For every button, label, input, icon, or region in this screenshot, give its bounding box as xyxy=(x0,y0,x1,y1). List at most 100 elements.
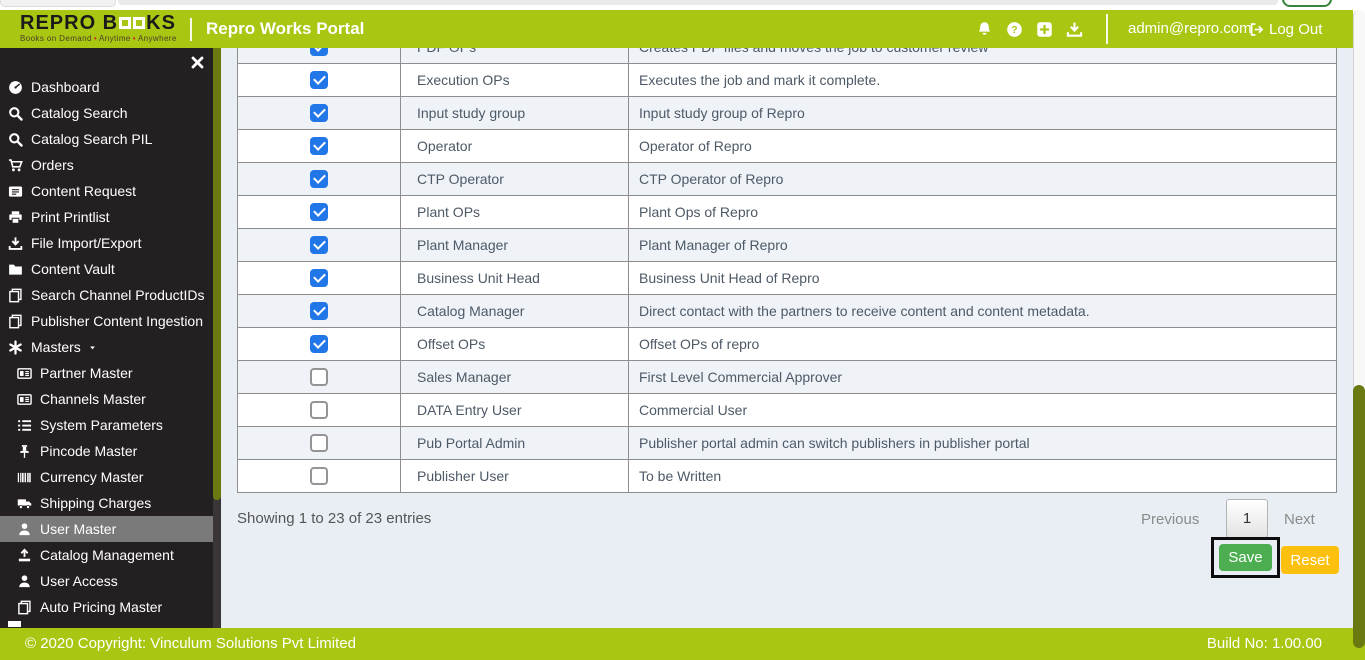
sidebar-item-label: File Import/Export xyxy=(31,235,142,251)
sidebar-item-partner-master[interactable]: Partner Master xyxy=(0,360,213,386)
sidebar-item-label: Channels Master xyxy=(40,391,146,407)
logout-button[interactable]: Log Out xyxy=(1249,10,1322,48)
sidebar-item-label: User Access xyxy=(40,573,118,589)
role-checkbox[interactable] xyxy=(310,467,328,485)
logo-o-square xyxy=(133,17,146,29)
sidebar-item-label: Shipping Charges xyxy=(40,495,152,511)
role-description-cell: Plant Manager of Repro xyxy=(639,237,788,253)
browser-edge-strip xyxy=(0,0,1365,10)
table-row: CTP Operator CTP Operator of Repro xyxy=(238,162,1336,195)
header-toolbar: ? xyxy=(976,10,1083,48)
main-content: PDF OPsCreates PDF files and moves the j… xyxy=(221,30,1353,628)
sidebar-item-label: Content Request xyxy=(31,183,137,199)
asterisk-icon xyxy=(8,339,23,355)
sidebar-item-partial xyxy=(8,621,21,627)
table-row: Business Unit Head Business Unit Head of … xyxy=(238,261,1336,294)
sidebar-item-user-access[interactable]: User Access xyxy=(0,568,213,594)
help-icon[interactable]: ? xyxy=(1006,21,1023,38)
logout-icon xyxy=(1249,22,1264,37)
sidebar-item-label: Partner Master xyxy=(40,365,133,381)
page-title: Repro Works Portal xyxy=(206,19,365,38)
pagination-previous[interactable]: Previous xyxy=(1141,511,1199,528)
sidebar-item-label: Auto Pricing Master xyxy=(40,599,163,615)
sidebar-item-print-printlist[interactable]: Print Printlist xyxy=(0,204,213,230)
role-description-cell: Input study group of Repro xyxy=(639,105,805,121)
table-row: Plant OPs Plant Ops of Repro xyxy=(238,195,1336,228)
user-email: admin@repro.com xyxy=(1128,20,1252,37)
role-checkbox[interactable] xyxy=(310,236,328,254)
search-icon xyxy=(8,132,23,147)
folder-icon xyxy=(8,262,23,277)
sidebar-item-dashboard[interactable]: Dashboard xyxy=(0,74,213,100)
list-ol-icon xyxy=(17,418,32,433)
checkbox-cell xyxy=(238,427,400,459)
sidebar-item-shipping-charges[interactable]: Shipping Charges xyxy=(0,490,213,516)
role-checkbox[interactable] xyxy=(310,104,328,122)
sidebar-item-masters[interactable]: Masters xyxy=(0,334,213,360)
pages-icon xyxy=(8,288,23,303)
sidebar-item-channels-master[interactable]: Channels Master xyxy=(0,386,213,412)
role-name-cell: Plant Manager xyxy=(400,229,629,261)
save-button[interactable]: Save xyxy=(1219,544,1272,571)
repro-works-portal-page: REPRO B KS Books on Demand • Anytime • Anywhe… xyxy=(0,0,1365,660)
role-name-cell: DATA Entry User xyxy=(400,394,629,426)
role-checkbox[interactable] xyxy=(310,368,328,386)
role-checkbox[interactable] xyxy=(310,269,328,287)
cut-off-button xyxy=(1282,0,1332,7)
sidebar-item-orders[interactable]: Orders xyxy=(0,152,213,178)
role-checkbox[interactable] xyxy=(310,203,328,221)
list-card-icon xyxy=(8,184,23,199)
pagination-page-1[interactable]: 1 xyxy=(1226,499,1268,538)
download-icon[interactable] xyxy=(1066,21,1083,38)
role-checkbox[interactable] xyxy=(310,137,328,155)
sidebar-item-catalog-management[interactable]: Catalog Management xyxy=(0,542,213,568)
sidebar-item-search-channel-productids[interactable]: Search Channel ProductIDs xyxy=(0,282,213,308)
sidebar-item-currency-master[interactable]: Currency Master xyxy=(0,464,213,490)
role-checkbox[interactable] xyxy=(310,401,328,419)
browser-edge-artifact xyxy=(118,0,1278,5)
save-button-focus-ring: Save xyxy=(1211,537,1280,578)
table-row: DATA Entry User Commercial User xyxy=(238,393,1336,426)
sidebar-close-icon[interactable] xyxy=(190,55,205,70)
sidebar-scrollbar-thumb[interactable] xyxy=(213,48,221,500)
table-row: Publisher User To be Written xyxy=(238,459,1336,492)
bell-icon[interactable] xyxy=(976,21,993,38)
pagination-next[interactable]: Next xyxy=(1284,511,1315,528)
logo-text: REPRO B KS xyxy=(20,12,176,34)
sidebar-item-label: Catalog Search xyxy=(31,105,128,121)
sidebar-scrollbar[interactable] xyxy=(213,48,221,628)
checkbox-cell xyxy=(238,361,400,393)
sidebar-item-user-master[interactable]: User Master xyxy=(0,516,213,542)
reset-button[interactable]: Reset xyxy=(1281,546,1339,574)
sidebar-item-catalog-search-pil[interactable]: Catalog Search PIL xyxy=(0,126,213,152)
sidebar-item-label: Print Printlist xyxy=(31,209,110,225)
sidebar-item-file-import-export[interactable]: File Import/Export xyxy=(0,230,213,256)
role-description-cell: To be Written xyxy=(639,468,722,484)
role-name-cell: CTP Operator xyxy=(400,163,629,195)
table-row: Operator Operator of Repro xyxy=(238,129,1336,162)
sidebar-item-auto-pricing-master[interactable]: Auto Pricing Master xyxy=(0,594,213,620)
sidebar-item-content-request[interactable]: Content Request xyxy=(0,178,213,204)
sidebar-item-system-parameters[interactable]: System Parameters xyxy=(0,412,213,438)
idcard-icon xyxy=(17,366,32,381)
sidebar-item-publisher-content-ingestion[interactable]: Publisher Content Ingestion xyxy=(0,308,213,334)
role-checkbox[interactable] xyxy=(310,434,328,452)
add-icon[interactable] xyxy=(1036,21,1053,38)
pages-icon xyxy=(17,600,32,615)
sidebar-item-label: Publisher Content Ingestion xyxy=(31,313,203,329)
sidebar-item-label: Catalog Search PIL xyxy=(31,131,153,147)
truck-icon xyxy=(17,496,32,511)
role-checkbox[interactable] xyxy=(310,302,328,320)
role-checkbox[interactable] xyxy=(310,335,328,353)
main-scrollbar-thumb[interactable] xyxy=(1353,385,1365,648)
role-checkbox[interactable] xyxy=(310,71,328,89)
sidebar-item-content-vault[interactable]: Content Vault xyxy=(0,256,213,282)
sidebar-item-catalog-search[interactable]: Catalog Search xyxy=(0,100,213,126)
role-description-cell: Publisher portal admin can switch publis… xyxy=(639,435,1030,451)
barcode-icon xyxy=(17,470,32,485)
checkbox-cell xyxy=(238,394,400,426)
sidebar-item-pincode-master[interactable]: Pincode Master xyxy=(0,438,213,464)
role-checkbox[interactable] xyxy=(310,170,328,188)
sidebar-item-label: User Master xyxy=(40,521,117,537)
role-name-cell: Operator xyxy=(400,130,629,162)
